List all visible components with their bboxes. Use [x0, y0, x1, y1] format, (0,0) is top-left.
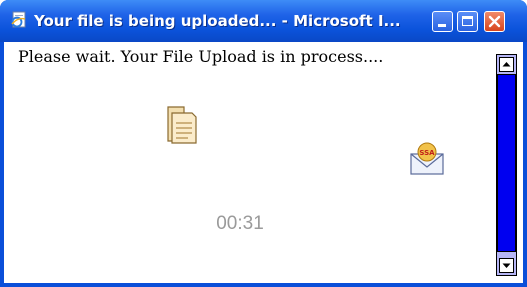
- document-stack-icon: [167, 106, 197, 144]
- ssa-mail-icon: SSA: [410, 142, 444, 175]
- close-button[interactable]: [484, 11, 505, 32]
- maximize-button[interactable]: [457, 11, 478, 32]
- vertical-scrollbar[interactable]: [496, 54, 517, 276]
- minimize-button[interactable]: [432, 11, 453, 32]
- arrow-up-icon: [502, 62, 511, 67]
- close-icon: [488, 15, 501, 28]
- window-title: Your file is being uploaded... - Microso…: [34, 12, 401, 30]
- mail-icon-label: SSA: [419, 149, 435, 157]
- arrow-down-icon: [502, 263, 511, 268]
- minimize-icon: [438, 24, 446, 27]
- title-bar[interactable]: Your file is being uploaded... - Microso…: [0, 0, 527, 42]
- scrollbar-thumb[interactable]: [497, 74, 516, 252]
- elapsed-timer: 00:31: [216, 213, 264, 234]
- scroll-down-button[interactable]: [499, 258, 514, 273]
- upload-progress-window: Your file is being uploaded... - Microso…: [0, 0, 527, 287]
- maximize-icon: [462, 16, 473, 26]
- upload-status-message: Please wait. Your File Upload is in proc…: [18, 47, 384, 66]
- scroll-up-button[interactable]: [499, 57, 514, 72]
- ie-page-icon[interactable]: [10, 11, 28, 29]
